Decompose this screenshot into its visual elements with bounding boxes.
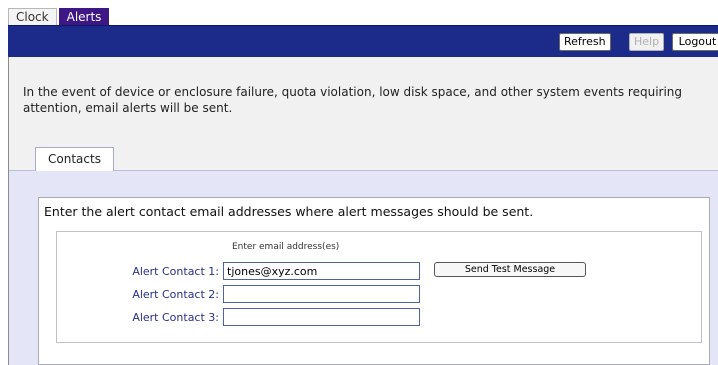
tab-contacts[interactable]: Contacts [35, 147, 114, 171]
alert-contact-3-field[interactable] [223, 308, 420, 326]
alert-contact-1-label: Alert Contact 1: [132, 265, 219, 278]
refresh-button[interactable]: Refresh [559, 33, 611, 51]
tab-alerts[interactable]: Alerts [58, 8, 110, 25]
intro-text: In the event of device or enclosure fail… [23, 85, 683, 115]
alert-contact-2-field[interactable] [223, 285, 420, 303]
logout-button[interactable]: Logout [672, 33, 718, 51]
contacts-panel: Enter the alert contact email addresses … [38, 197, 710, 365]
header-toolbar: Refresh Help Logout [8, 25, 718, 57]
top-tab-bar: Clock Alerts [8, 8, 111, 25]
tab-clock[interactable]: Clock [8, 8, 57, 25]
alert-contact-3-label: Alert Contact 3: [132, 311, 219, 324]
alert-contacts-form: Enter email address(es) Alert Contact 1:… [56, 231, 702, 343]
email-hint-label: Enter email address(es) [232, 242, 340, 252]
panel-heading: Enter the alert contact email addresses … [44, 204, 534, 219]
alert-contact-1-field[interactable] [223, 262, 420, 280]
help-button[interactable]: Help [629, 33, 665, 51]
alerts-page: In the event of device or enclosure fail… [8, 57, 718, 365]
alert-contact-2-label: Alert Contact 2: [132, 288, 219, 301]
send-test-message-button[interactable]: Send Test Message [434, 262, 586, 277]
